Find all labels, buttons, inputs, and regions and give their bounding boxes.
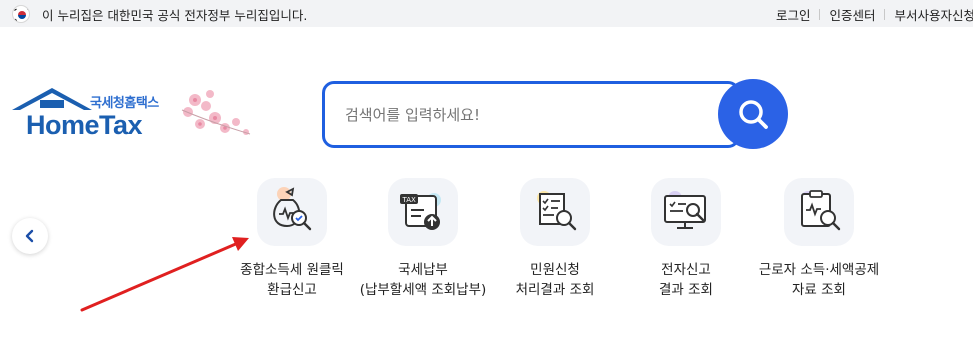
top-bar: 이 누리집은 대한민국 공식 전자정부 누리집입니다. 로그인 인증센터 부서사…: [0, 0, 973, 27]
search-box: [322, 81, 740, 148]
login-link[interactable]: 로그인: [776, 5, 811, 24]
hometax-logo[interactable]: 국세청홈택스 HomeTax: [10, 82, 255, 144]
deduction-data-icon: [784, 178, 854, 246]
search-input[interactable]: [345, 106, 705, 124]
korea-flag-icon: [12, 5, 30, 23]
tile-label: 종합소득세 원클릭 환급신고: [240, 262, 344, 298]
income-tax-refund-icon: [257, 178, 327, 246]
cert-center-link[interactable]: 인증센터: [829, 5, 875, 24]
carousel-prev-button[interactable]: [12, 218, 48, 254]
search-icon: [739, 100, 768, 129]
logo-wordmark: HomeTax: [26, 110, 143, 140]
search-button[interactable]: [718, 79, 788, 149]
divider: [819, 9, 821, 20]
chevron-left-icon: [25, 229, 34, 243]
e-filing-result-icon: [651, 178, 721, 246]
svg-text:TAX: TAX: [402, 196, 417, 204]
tile-label: 국세납부 (납부할세액 조회납부): [359, 262, 487, 298]
tile-label: 근로자 소득·세액공제 자료 조회: [758, 262, 880, 298]
dept-user-signup-link[interactable]: 부서사용자신청: [894, 5, 973, 24]
tile-label: 전자신고 결과 조회: [659, 262, 713, 298]
civil-request-icon: [520, 178, 590, 246]
logo-subtitle: 국세청홈택스: [90, 96, 159, 111]
utility-links: 로그인 인증센터 부서사용자신청: [776, 5, 973, 24]
tax-payment-icon: TAX: [388, 178, 458, 246]
divider: [884, 9, 886, 20]
tile-label: 민원신청 처리결과 조회: [515, 262, 595, 298]
gov-notice-text: 이 누리집은 대한민국 공식 전자정부 누리집입니다.: [42, 8, 308, 23]
